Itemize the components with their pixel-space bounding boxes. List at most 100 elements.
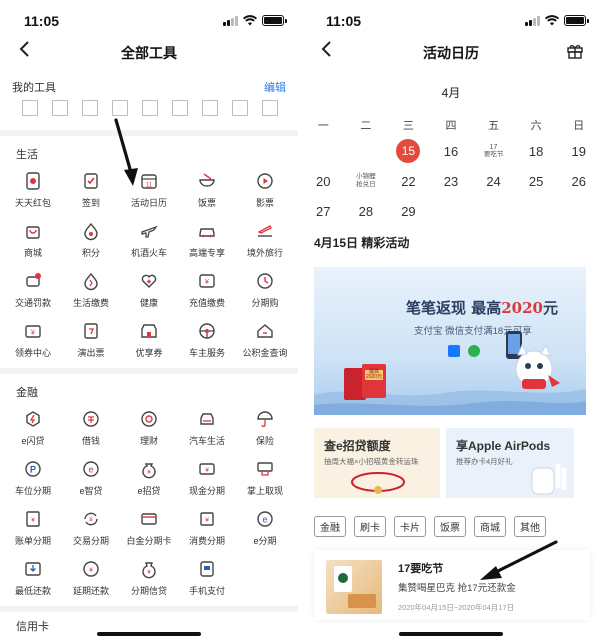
empty-slot[interactable] [142,100,158,116]
tool-movie-ticket[interactable]: 影票 [236,170,294,212]
tool-platinum-installment-card[interactable]: 白金分期卡 [120,508,178,550]
banner-headline-text: 笔笔返现 最高 [406,299,502,317]
calendar-icon: 11 [138,170,160,192]
tool-label: 影票 [255,198,274,208]
calendar-day[interactable]: 27 [302,196,345,226]
promo-title: 17要吃节 [398,563,444,575]
chip-meal-ticket[interactable]: 饭票 [434,516,466,537]
weekday-label: 三 [402,120,414,132]
tool-traffic-fines[interactable]: 交通罚款 [4,270,62,312]
calendar-day[interactable]: 23 [430,166,473,196]
tool-health[interactable]: 健康 [120,270,178,312]
tool-utility-bills[interactable]: 生活缴费 [62,270,120,312]
tool-mall[interactable]: 商城 [4,220,62,262]
card-e-loan-quota[interactable]: 查e招贷额度 抽周大福×小招喵黄金转运珠 [314,428,440,498]
tool-label: 手机支付 [188,586,225,596]
calendar-day[interactable]: 26 [557,166,600,196]
promo-card-17-eating-festival[interactable]: 17要吃节 集赞喝星巴克 抢17元还款金 2020年04月15日~2020年04… [314,550,590,620]
empty-slot[interactable] [22,100,38,116]
section-life: 生活 天天红包 签到 11 活动日历 饭票 影票 商城 积分 机酒火车 高端专享 … [0,136,298,368]
tool-insurance[interactable]: 保险 [236,408,294,450]
promo-banner[interactable]: 笔笔返现 最高2020元 支付宝 微信支付满18元可享 最高 2020元 [314,267,586,415]
tool-e-smart-loan[interactable]: e e智贷 [62,458,120,500]
tool-flight-hotel-train[interactable]: 机酒火车 [120,220,178,262]
tool-e-flash-loan[interactable]: e闪贷 [4,408,62,450]
tool-meal-ticket[interactable]: 饭票 [178,170,236,212]
empty-slot[interactable] [112,100,128,116]
tool-bill-installment[interactable]: ¥ 账单分期 [4,508,62,550]
tool-activity-calendar[interactable]: 11 活动日历 [120,170,178,212]
calendar-day[interactable]: 25 [515,166,558,196]
my-tools-label: 我的工具 [12,82,56,94]
chip-card-swipe[interactable]: 刷卡 [354,516,386,537]
tool-transaction-installment[interactable]: ¥ 交易分期 [62,508,120,550]
empty-slot[interactable] [262,100,278,116]
tool-premium[interactable]: 高端专享 [178,220,236,262]
tool-premium-coupons[interactable]: 优享券 [120,320,178,362]
calendar-day-event[interactable]: 小锦鲤 抢兑日 [345,166,388,196]
tool-label: 签到 [81,198,100,208]
chip-other[interactable]: 其他 [514,516,546,537]
tool-car-owner-services[interactable]: 车主服务 [178,320,236,362]
e-loan-icon: e [80,458,102,480]
chip-finance[interactable]: 金融 [314,516,346,537]
banner-headline-amount: 2020 [501,299,543,317]
tool-installment-purchase[interactable]: 分期购 [236,270,294,312]
home-indicator[interactable] [399,632,503,636]
calendar-day-today[interactable]: 15 [387,136,430,166]
tool-minimum-payment[interactable]: 最低还款 [4,558,62,600]
tool-cash-installment[interactable]: ¥ 现金分期 [178,458,236,500]
calendar-day-event[interactable]: 17 要吃节 [472,136,515,166]
gold-bracelet-illustration [351,472,405,494]
tool-checkin[interactable]: 签到 [62,170,120,212]
tool-e-installment[interactable]: e e分期 [236,508,294,550]
tool-wealth[interactable]: 理财 [120,408,178,450]
calendar-day[interactable]: 19 [557,136,600,166]
tool-parking-installment[interactable]: P 车位分期 [4,458,62,500]
ticket-icon [80,320,102,342]
tool-installment-credit[interactable]: ¥ 分期信贷 [120,558,178,600]
tool-mobile-payment[interactable]: 手机支付 [178,558,236,600]
tool-housing-fund[interactable]: 公积金查询 [236,320,294,362]
tool-consumer-installment[interactable]: ¥ 消费分期 [178,508,236,550]
tool-label: 健康 [139,298,158,308]
tool-coupon-center[interactable]: ¥ 领券中心 [4,320,62,362]
promo-thumbnail [326,560,382,614]
tool-overseas-travel[interactable]: 境外旅行 [236,220,294,262]
tool-mobile-cash-withdrawal[interactable]: 掌上取现 [236,458,294,500]
empty-slot[interactable] [172,100,188,116]
tool-deferred-payment[interactable]: ¥ 延期还款 [62,558,120,600]
gift-icon[interactable] [566,42,584,65]
calendar-day[interactable]: 24 [472,166,515,196]
chip-cards[interactable]: 卡片 [394,516,426,537]
calendar-day[interactable]: 29 [387,196,430,226]
edit-button[interactable]: 编辑 [264,79,286,95]
tool-label: 领券中心 [14,348,51,358]
tool-label: 境外旅行 [246,248,283,258]
tool-car-life[interactable]: 汽车生活 [178,408,236,450]
calendar-day[interactable]: 18 [515,136,558,166]
calendar-day[interactable]: 22 [387,166,430,196]
card-title: 享Apple AirPods [456,439,551,453]
tool-show-tickets[interactable]: 演出票 [62,320,120,362]
empty-slot[interactable] [202,100,218,116]
home-indicator[interactable] [97,632,201,636]
calendar-day[interactable]: 20 [302,166,345,196]
status-time: 11:05 [24,13,60,29]
tool-points[interactable]: 积分 [62,220,120,262]
tool-borrow[interactable]: 借钱 [62,408,120,450]
tool-label: 饭票 [197,198,216,208]
chip-mall[interactable]: 商城 [474,516,506,537]
calendar-day[interactable]: 16 [430,136,473,166]
tool-e-zhao-loan[interactable]: ¥ e招贷 [120,458,178,500]
empty-slot[interactable] [232,100,248,116]
tool-label: 车位分期 [14,486,51,496]
calendar-day[interactable]: 28 [345,196,388,226]
tool-tiantian-hongbao[interactable]: 天天红包 [4,170,62,212]
tool-recharge[interactable]: ¥ 充值缴费 [178,270,236,312]
wifi-icon [545,15,559,26]
cellular-signal-icon [223,15,238,26]
card-airpods[interactable]: 享Apple AirPods 推荐办卡4月好礼 [446,428,574,498]
empty-slot[interactable] [52,100,68,116]
empty-slot[interactable] [82,100,98,116]
